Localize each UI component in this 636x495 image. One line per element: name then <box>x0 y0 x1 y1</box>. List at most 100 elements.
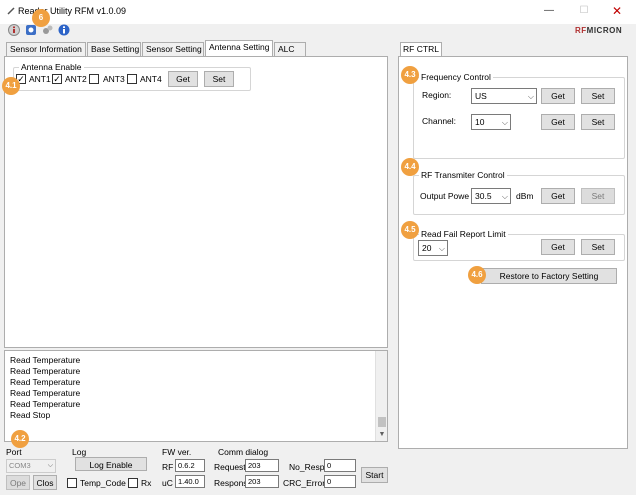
rfmicron-logo: RFMICRON <box>575 26 623 35</box>
callout-badge-4-3: 4.3 <box>401 66 419 84</box>
read-fail-get-button[interactable]: Get <box>541 239 575 255</box>
chevron-down-icon: ⌵ <box>438 244 445 253</box>
rf-transmitter-group: RF Transmiter Control Output Powe 30.5 ⌵… <box>413 170 625 215</box>
request-label: Request <box>214 462 246 472</box>
ant3-checkbox[interactable] <box>89 74 99 84</box>
log-scrollbar-thumb[interactable] <box>378 417 386 427</box>
output-power-value: 30.5 <box>475 191 492 201</box>
channel-label: Channel: <box>422 116 457 126</box>
antenna-enable-group: Antenna Enable ✓ ANT1 ✓ ANT2 ANT3 ANT4 G… <box>13 62 251 91</box>
info-icon[interactable] <box>8 24 20 36</box>
chevron-down-icon: ⌵ <box>501 118 508 127</box>
log-scrollbar[interactable]: ▼ <box>375 351 387 441</box>
app-icon <box>7 7 15 15</box>
connect-icon[interactable] <box>25 24 37 36</box>
scroll-down-icon[interactable]: ▼ <box>376 429 388 441</box>
frequency-control-title: Frequency Control <box>419 72 493 82</box>
no-response-field: 0 <box>324 459 356 472</box>
log-line: Read Temperature <box>10 388 81 398</box>
log-line: Read Temperature <box>10 366 81 376</box>
ant1-label: ANT1 <box>29 74 51 84</box>
log-line: Read Temperature <box>10 399 81 409</box>
callout-badge-6: 6 <box>32 9 50 27</box>
frequency-set-button[interactable]: Set <box>581 88 615 104</box>
about-icon[interactable] <box>58 24 70 36</box>
region-label: Region: <box>422 90 452 100</box>
callout-badge-4-6: 4.6 <box>468 266 486 284</box>
channel-get-button[interactable]: Get <box>541 114 575 130</box>
antenna-set-button[interactable]: Set <box>204 71 234 87</box>
crc-error-field: 0 <box>324 475 356 488</box>
port-value: COM3 <box>9 461 31 470</box>
uc-label: uC <box>162 478 173 488</box>
callout-badge-4-2: 4.2 <box>11 430 29 448</box>
callout-badge-4-1: 4.1 <box>2 77 20 95</box>
response-label: Respons <box>214 478 248 488</box>
log-enable-button[interactable]: Log Enable <box>75 457 147 471</box>
fw-version-label: FW ver. <box>162 447 192 457</box>
chevron-down-icon: ⌵ <box>527 92 534 101</box>
rf-transmitter-title: RF Transmiter Control <box>419 170 507 180</box>
start-button[interactable]: Start <box>361 467 388 483</box>
tab-alc[interactable]: ALC <box>274 42 306 57</box>
read-fail-set-button[interactable]: Set <box>581 239 615 255</box>
frequency-control-group: Frequency Control Region: US ⌵ Get Set C… <box>413 72 625 159</box>
antenna-setting-panel: Antenna Enable ✓ ANT1 ✓ ANT2 ANT3 ANT4 G… <box>4 56 388 348</box>
tab-sensor-setting[interactable]: Sensor Setting <box>142 42 204 57</box>
dbm-unit-label: dBm <box>516 191 534 201</box>
port-select[interactable]: COM3 ⌵ <box>6 459 56 473</box>
frequency-get-button[interactable]: Get <box>541 88 575 104</box>
close-button[interactable]: ✕ <box>600 0 634 22</box>
log-line: Read Temperature <box>10 355 81 365</box>
output-power-label: Output Powe <box>420 191 470 201</box>
minimize-button[interactable]: — <box>532 0 566 22</box>
power-get-button[interactable]: Get <box>541 188 575 204</box>
close-port-button[interactable]: Clos <box>33 475 57 490</box>
region-select[interactable]: US ⌵ <box>471 88 537 104</box>
rx-label: Rx <box>141 478 152 488</box>
rx-checkbox[interactable] <box>128 478 138 488</box>
uc-version-field: 1.40.0 <box>175 475 205 488</box>
crc-error-label: CRC_Error <box>283 478 326 488</box>
no-response-label: No_Resp <box>289 462 325 472</box>
ant2-label: ANT2 <box>65 74 87 84</box>
output-power-select[interactable]: 30.5 ⌵ <box>471 188 511 204</box>
log-line: Read Temperature <box>10 377 81 387</box>
ant2-checkbox[interactable]: ✓ <box>52 74 62 84</box>
ant4-label: ANT4 <box>140 74 162 84</box>
open-port-button[interactable]: Ope <box>6 475 30 490</box>
chevron-down-icon: ⌵ <box>501 192 508 201</box>
region-value: US <box>475 91 487 101</box>
port-label: Port <box>6 447 22 457</box>
comm-dialog-label: Comm dialog <box>218 447 269 457</box>
ant3-label: ANT3 <box>103 74 125 84</box>
channel-value: 10 <box>475 117 485 127</box>
log-label: Log <box>72 447 87 457</box>
ant4-checkbox[interactable] <box>127 74 137 84</box>
read-fail-group: Read Fail Report Limit 20 ⌵ Get Set <box>413 229 625 261</box>
log-output[interactable]: Read Temperature Read Temperature Read T… <box>4 350 388 442</box>
tab-antenna-setting[interactable]: Antenna Setting <box>205 40 273 57</box>
response-count-field: 203 <box>245 475 279 488</box>
read-fail-select[interactable]: 20 ⌵ <box>418 240 448 256</box>
chevron-down-icon: ⌵ <box>47 462 53 469</box>
rf-ctrl-panel: Frequency Control Region: US ⌵ Get Set C… <box>398 56 628 449</box>
restore-factory-button[interactable]: Restore to Factory Setting <box>481 268 617 284</box>
tab-base-setting[interactable]: Base Setting <box>87 42 141 57</box>
antenna-enable-title: Antenna Enable <box>19 62 84 72</box>
maximize-button[interactable]: ☐ <box>567 0 601 22</box>
request-count-field: 203 <box>245 459 279 472</box>
read-fail-title: Read Fail Report Limit <box>419 229 508 239</box>
log-line: Read Stop <box>10 410 51 420</box>
tab-sensor-information[interactable]: Sensor Information <box>6 42 86 57</box>
tab-rf-ctrl[interactable]: RF CTRL <box>400 42 442 57</box>
power-set-button[interactable]: Set <box>581 188 615 204</box>
antenna-get-button[interactable]: Get <box>168 71 198 87</box>
channel-select[interactable]: 10 ⌵ <box>471 114 511 130</box>
callout-badge-4-4: 4.4 <box>401 158 419 176</box>
rf-label: RF <box>162 462 174 472</box>
read-fail-value: 20 <box>422 243 432 253</box>
callout-badge-4-5: 4.5 <box>401 221 419 239</box>
temp-code-checkbox[interactable] <box>67 478 77 488</box>
channel-set-button[interactable]: Set <box>581 114 615 130</box>
